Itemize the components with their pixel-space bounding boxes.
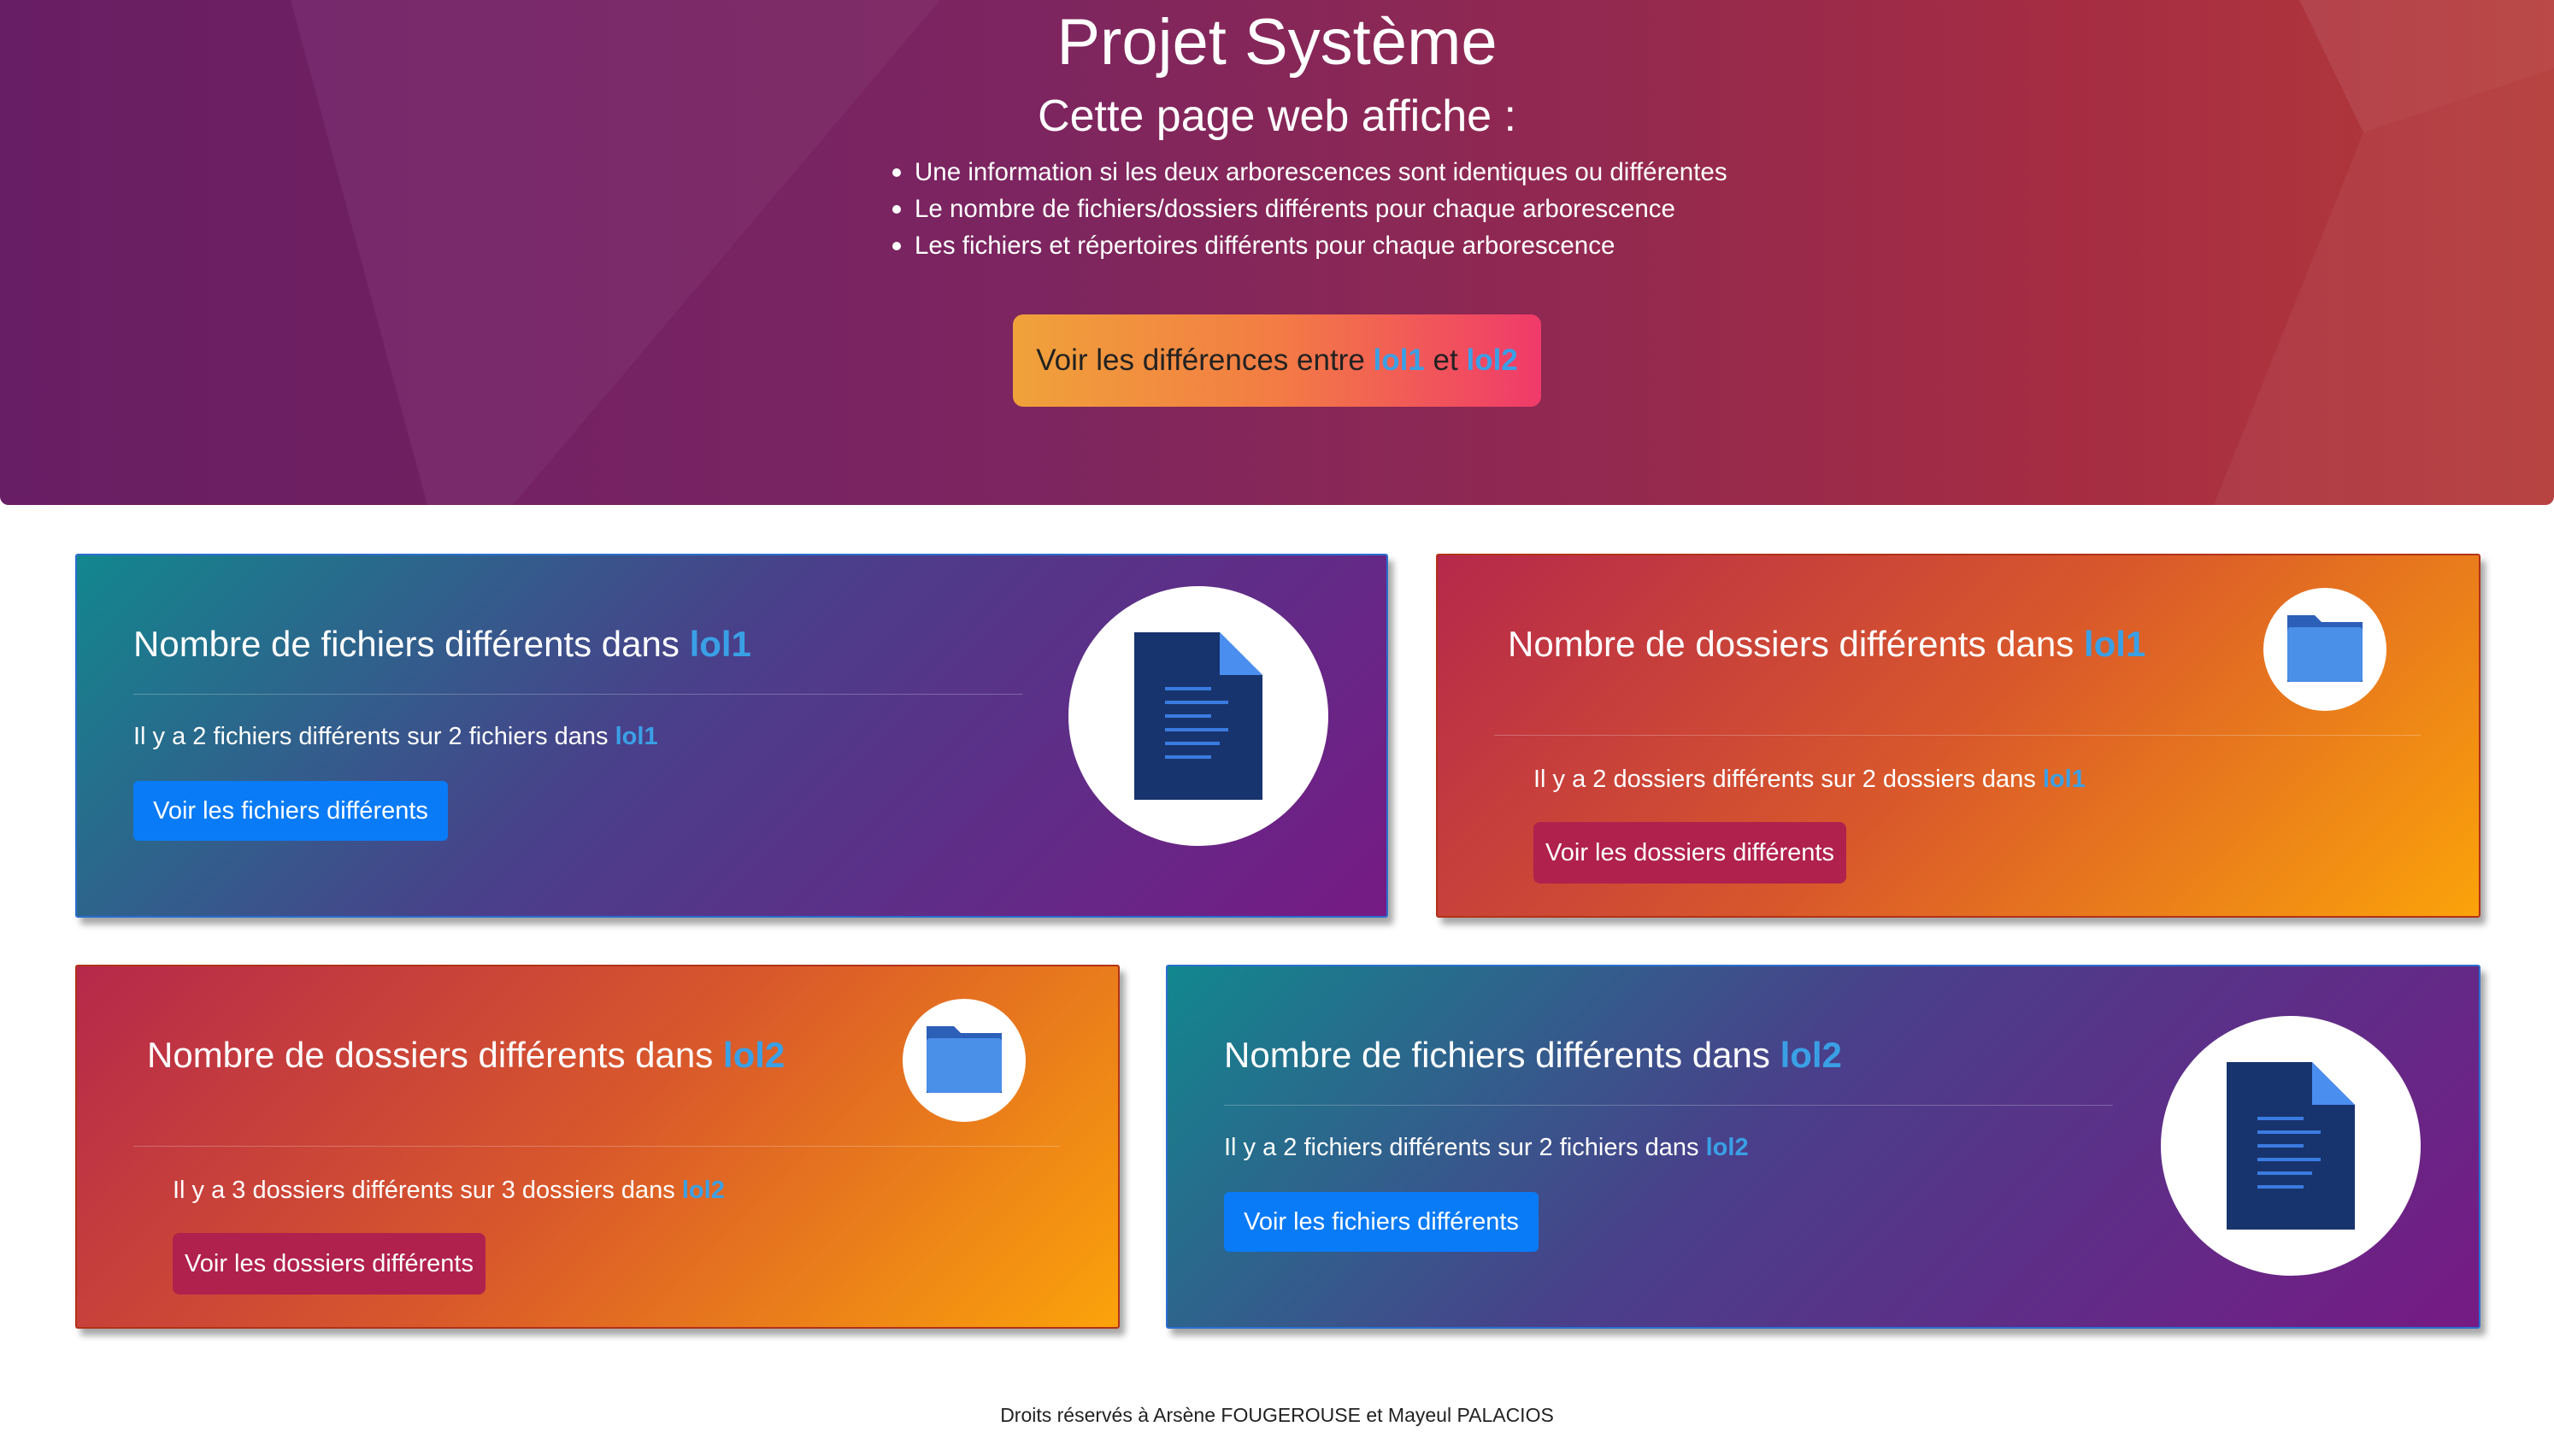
view-files-button[interactable]: Voir les fichiers différents bbox=[133, 781, 448, 841]
card-divider bbox=[133, 1146, 1060, 1147]
hero-banner: Projet Système Cette page web affiche : … bbox=[0, 0, 2554, 505]
folder-icon-circle bbox=[2263, 588, 2386, 711]
card-folders-lol2: Nombre de dossiers différents dans lol2 … bbox=[75, 965, 1120, 1329]
card-count-text: Il y a 2 fichiers différents sur 2 fichi… bbox=[1224, 1134, 1749, 1161]
page-title: Projet Système bbox=[1056, 6, 1498, 79]
feature-item: Le nombre de fichiers/dossiers différent… bbox=[889, 191, 1727, 227]
footer-credits: Droits réservés à Arsène FOUGEROUSE et M… bbox=[1000, 1404, 1554, 1426]
folder-icon-circle bbox=[903, 999, 1026, 1122]
card-count-text: Il y a 2 dossiers différents sur 2 dossi… bbox=[1533, 766, 2086, 793]
card-title: Nombre de fichiers différents dans lol2 bbox=[1224, 1035, 1842, 1075]
feature-item: Les fichiers et répertoires différents p… bbox=[889, 227, 1727, 264]
features-list: Une information si les deux arborescence… bbox=[889, 154, 1727, 264]
page-subtitle: Cette page web affiche : bbox=[1038, 91, 1516, 141]
cta-tree2: lol2 bbox=[1466, 343, 1518, 377]
card-files-lol2: Nombre de fichiers différents dans lol2 … bbox=[1166, 965, 2480, 1329]
card-count-text: Il y a 2 fichiers différents sur 2 fichi… bbox=[133, 723, 658, 750]
folder-icon bbox=[927, 1026, 1002, 1093]
cta-prefix: Voir les différences entre bbox=[1036, 343, 1374, 377]
view-folders-button[interactable]: Voir les dossiers différents bbox=[173, 1233, 485, 1295]
view-folders-button[interactable]: Voir les dossiers différents bbox=[1533, 822, 1846, 884]
cta-tree1: lol1 bbox=[1373, 343, 1425, 377]
compare-trees-button[interactable]: Voir les différences entre lol1 et lol2 bbox=[1013, 314, 1541, 407]
card-folders-lol1: Nombre de dossiers différents dans lol1 … bbox=[1436, 554, 2480, 918]
feature-item: Une information si les deux arborescence… bbox=[889, 154, 1727, 191]
document-icon-circle bbox=[1068, 586, 1328, 846]
card-divider bbox=[133, 694, 1022, 695]
card-divider bbox=[1224, 1105, 2113, 1106]
view-files-button[interactable]: Voir les fichiers différents bbox=[1224, 1192, 1539, 1252]
card-title: Nombre de fichiers différents dans lol1 bbox=[133, 624, 751, 664]
folder-icon bbox=[2287, 615, 2363, 682]
document-icon bbox=[1134, 632, 1262, 800]
document-icon-circle bbox=[2161, 1016, 2421, 1276]
document-icon bbox=[2227, 1062, 2355, 1230]
card-title: Nombre de dossiers différents dans lol2 bbox=[147, 1035, 786, 1075]
card-divider bbox=[1494, 735, 2421, 736]
card-title: Nombre de dossiers différents dans lol1 bbox=[1508, 624, 2146, 664]
card-files-lol1: Nombre de fichiers différents dans lol1 … bbox=[75, 554, 1388, 918]
cta-middle: et bbox=[1424, 343, 1467, 377]
card-count-text: Il y a 3 dossiers différents sur 3 dossi… bbox=[173, 1177, 725, 1204]
